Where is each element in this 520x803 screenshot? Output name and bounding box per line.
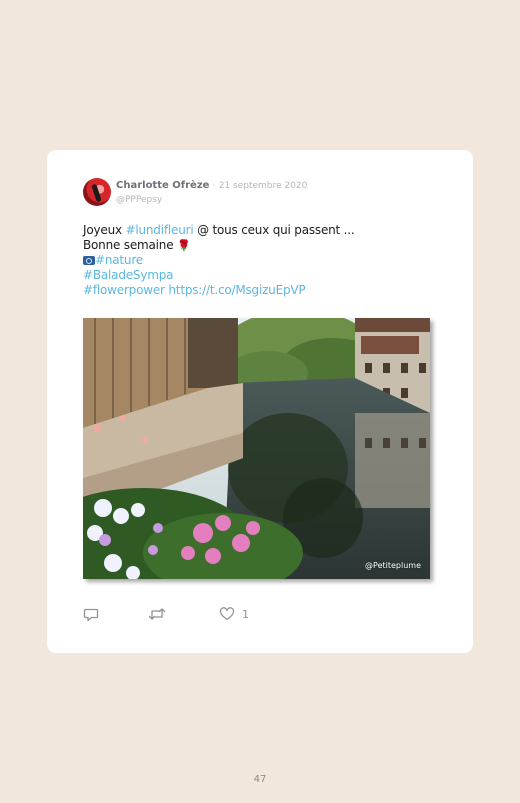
avatar[interactable] — [83, 178, 111, 206]
tweet-line-4: #BaladeSympa — [83, 268, 443, 283]
tweet-line-2: Bonne semaine 🌹 — [83, 238, 443, 253]
retweet-icon[interactable] — [148, 606, 166, 622]
hashtag-baladesympa[interactable]: #BaladeSympa — [83, 268, 174, 282]
hashtag-nature[interactable]: #nature — [95, 253, 143, 267]
like-icon[interactable] — [219, 606, 235, 622]
bonne-semaine-text: Bonne semaine — [83, 238, 177, 252]
tweet-photo[interactable]: @Petiteplume — [83, 318, 430, 579]
tweet-line-5: #flowerpower https://t.co/MsgizuEpVP — [83, 283, 443, 298]
hashtag-flowerpower[interactable]: #flowerpower — [83, 283, 165, 297]
tweet-text: Joyeux #lundifleuri @ tous ceux qui pass… — [83, 223, 443, 298]
page-number: 47 — [253, 774, 267, 785]
reply-icon[interactable] — [83, 606, 99, 622]
author-name[interactable]: Charlotte Ofrèze — [116, 180, 209, 191]
tweet-link[interactable]: https://t.co/MsgizuEpVP — [168, 283, 305, 297]
photo-watermark: @Petiteplume — [365, 561, 421, 570]
tweet-actions: 1 — [83, 606, 283, 624]
camera-icon — [83, 256, 95, 265]
text-prefix: Joyeux — [83, 223, 126, 237]
date-separator: · — [212, 181, 216, 191]
tweet-line-1: Joyeux #lundifleuri @ tous ceux qui pass… — [83, 223, 443, 238]
tweet-header: Charlotte Ofrèze · 21 septembre 2020 @PP… — [116, 179, 307, 207]
tweet-date[interactable]: 21 septembre 2020 — [219, 181, 308, 191]
hashtag-lundifleuri[interactable]: #lundifleuri — [126, 223, 194, 237]
canal-photo-illustration — [83, 318, 430, 579]
tweet-card: Charlotte Ofrèze · 21 septembre 2020 @PP… — [47, 150, 473, 653]
rose-emoji: 🌹 — [177, 239, 191, 252]
author-handle[interactable]: @PPPepsy — [116, 194, 307, 207]
text-suffix: @ tous ceux qui passent ... — [193, 223, 355, 237]
tweet-line-3: #nature — [83, 253, 443, 268]
like-count: 1 — [242, 608, 249, 621]
book-page: Charlotte Ofrèze · 21 septembre 2020 @PP… — [0, 0, 520, 803]
